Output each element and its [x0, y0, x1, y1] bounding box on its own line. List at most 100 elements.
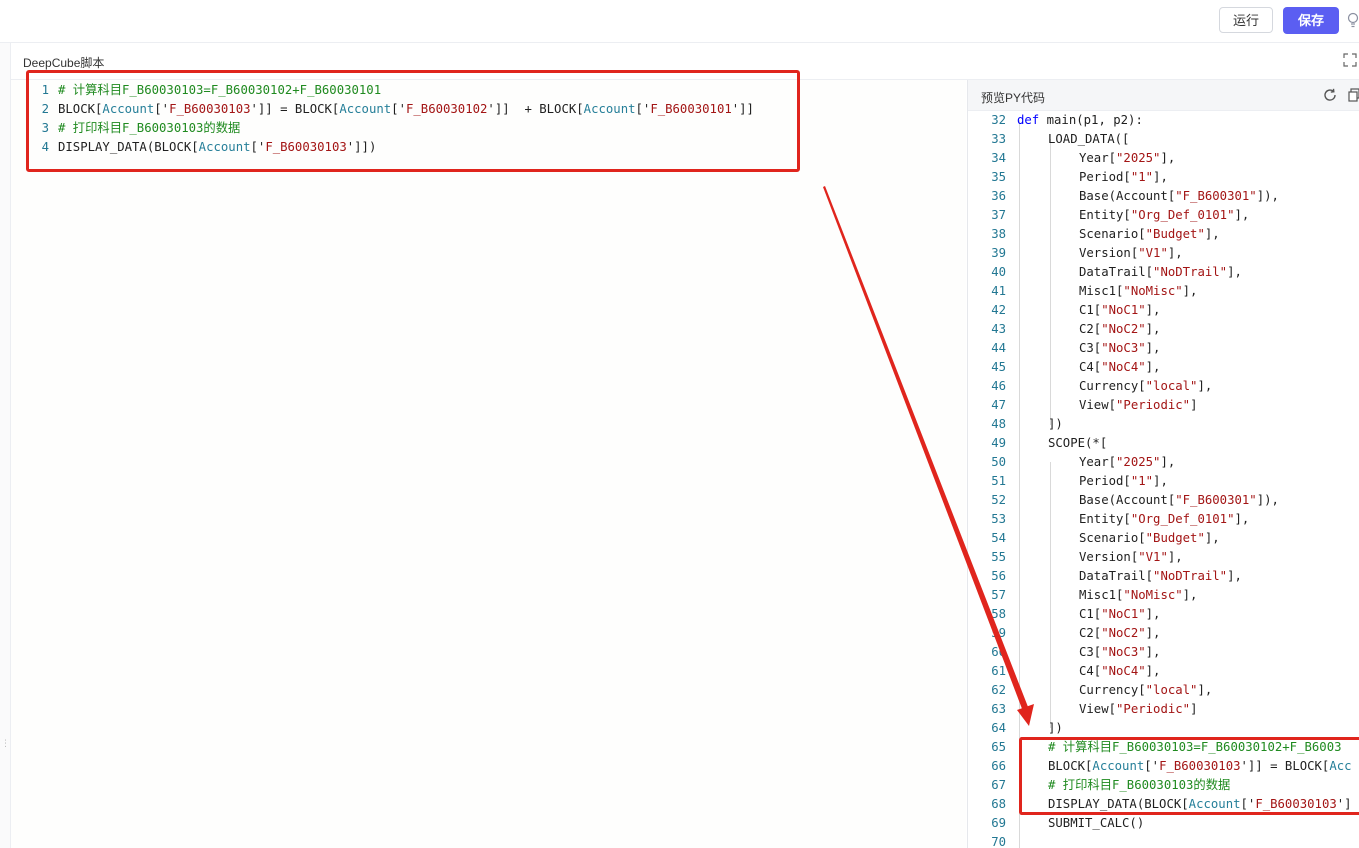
- code-line[interactable]: Year["2025"],: [1079, 453, 1175, 472]
- code-token: ],: [1145, 645, 1161, 659]
- code-line[interactable]: Base(Account["F_B600301"]),: [1079, 491, 1279, 510]
- code-token: "NoC1": [1101, 303, 1146, 317]
- line-number: 62: [991, 683, 1006, 697]
- code-line[interactable]: C2["NoC2"],: [1079, 624, 1160, 643]
- code-line[interactable]: Currency["local"],: [1079, 377, 1212, 396]
- line-number: 49: [991, 436, 1006, 450]
- code-token: Base(Account[: [1079, 493, 1176, 507]
- code-token: ]),: [1256, 189, 1279, 203]
- code-line[interactable]: C2["NoC2"],: [1079, 320, 1160, 339]
- code-token: "NoMisc": [1123, 284, 1183, 298]
- code-line[interactable]: Year["2025"],: [1079, 149, 1175, 168]
- bulb-icon[interactable]: [1346, 11, 1359, 31]
- code-token: "F_B600301": [1175, 493, 1257, 507]
- line-number: 34: [991, 151, 1006, 165]
- code-line[interactable]: Period["1"],: [1079, 168, 1168, 187]
- code-token: "1": [1130, 170, 1154, 184]
- code-token: SCOPE(*[: [1048, 436, 1108, 450]
- code-line[interactable]: C3["NoC3"],: [1079, 339, 1160, 358]
- expand-icon[interactable]: [1343, 53, 1357, 67]
- highlight-box-source: [26, 70, 800, 172]
- code-line[interactable]: Entity["Org_Def_0101"],: [1079, 510, 1249, 529]
- code-line[interactable]: DataTrail["NoDTrail"],: [1079, 567, 1242, 586]
- code-token: Scenario[: [1079, 531, 1146, 545]
- code-token: "Budget": [1145, 531, 1205, 545]
- code-token: Entity[: [1079, 512, 1131, 526]
- code-token: ],: [1145, 341, 1161, 355]
- code-token: ],: [1197, 379, 1213, 393]
- code-line[interactable]: Misc1["NoMisc"],: [1079, 586, 1197, 605]
- line-number: 47: [991, 398, 1006, 412]
- code-token: C3[: [1079, 341, 1102, 355]
- code-token: "Budget": [1145, 227, 1205, 241]
- code-line[interactable]: Scenario["Budget"],: [1079, 529, 1220, 548]
- code-token: ],: [1227, 265, 1242, 279]
- line-number: 52: [991, 493, 1006, 507]
- line-number: 43: [991, 322, 1006, 336]
- code-line[interactable]: C3["NoC3"],: [1079, 643, 1160, 662]
- code-line[interactable]: C1["NoC1"],: [1079, 605, 1160, 624]
- code-token: Currency[: [1079, 379, 1146, 393]
- code-token: ],: [1145, 360, 1161, 374]
- code-token: ],: [1197, 683, 1213, 697]
- line-number: 32: [991, 113, 1006, 127]
- code-line[interactable]: Misc1["NoMisc"],: [1079, 282, 1197, 301]
- code-line[interactable]: View["Periodic"]: [1079, 396, 1197, 415]
- code-line[interactable]: Currency["local"],: [1079, 681, 1212, 700]
- code-token: C2[: [1079, 626, 1102, 640]
- code-token: "V1": [1138, 550, 1168, 564]
- code-token: ],: [1167, 246, 1183, 260]
- drag-handle-icon[interactable]: ⋮: [1, 739, 10, 758]
- save-button[interactable]: 保存: [1283, 7, 1339, 34]
- code-line[interactable]: Base(Account["F_B600301"]),: [1079, 187, 1279, 206]
- refresh-icon[interactable]: [1323, 88, 1337, 102]
- code-token: ],: [1145, 607, 1161, 621]
- line-number: 35: [991, 170, 1006, 184]
- code-line[interactable]: Scenario["Budget"],: [1079, 225, 1220, 244]
- code-token: ],: [1153, 170, 1168, 184]
- code-token: "Periodic": [1116, 702, 1191, 716]
- line-number: 44: [991, 341, 1006, 355]
- copy-icon[interactable]: [1348, 88, 1359, 102]
- code-line[interactable]: C4["NoC4"],: [1079, 662, 1160, 681]
- highlight-box-target: [1019, 737, 1359, 815]
- code-line[interactable]: Version["V1"],: [1079, 548, 1183, 567]
- code-line[interactable]: SUBMIT_CALC(): [1048, 814, 1144, 833]
- code-line[interactable]: LOAD_DATA([: [1048, 130, 1129, 149]
- code-line[interactable]: DataTrail["NoDTrail"],: [1079, 263, 1242, 282]
- script-editor[interactable]: 1 # 计算科目F_B60030103=F_B60030102+F_B600301…: [11, 80, 966, 848]
- code-line[interactable]: ]): [1048, 719, 1063, 738]
- code-token: "NoC4": [1101, 360, 1146, 374]
- run-button[interactable]: 运行: [1219, 7, 1273, 33]
- top-toolbar: 运行 保存: [0, 0, 1359, 43]
- line-number: 64: [991, 721, 1006, 735]
- code-token: Misc1[: [1079, 588, 1124, 602]
- code-token: ],: [1145, 303, 1161, 317]
- code-line[interactable]: ]): [1048, 415, 1063, 434]
- code-line[interactable]: SCOPE(*[: [1048, 434, 1107, 453]
- line-number: 60: [991, 645, 1006, 659]
- code-token: ],: [1204, 227, 1220, 241]
- line-number: 45: [991, 360, 1006, 374]
- code-token: "local": [1145, 683, 1198, 697]
- code-token: "Org_Def_0101": [1130, 512, 1235, 526]
- code-line[interactable]: C4["NoC4"],: [1079, 358, 1160, 377]
- code-line[interactable]: Period["1"],: [1079, 472, 1168, 491]
- code-token: ],: [1234, 208, 1250, 222]
- line-number: 55: [991, 550, 1006, 564]
- code-token: "NoMisc": [1123, 588, 1183, 602]
- code-token: ],: [1160, 151, 1176, 165]
- code-token: Year[: [1079, 455, 1117, 469]
- preview-title: 预览PY代码: [981, 91, 1046, 105]
- code-token: "NoC2": [1101, 626, 1146, 640]
- line-number: 58: [991, 607, 1006, 621]
- code-line[interactable]: C1["NoC1"],: [1079, 301, 1160, 320]
- code-line[interactable]: View["Periodic"]: [1079, 700, 1197, 719]
- code-line[interactable]: Entity["Org_Def_0101"],: [1079, 206, 1249, 225]
- line-number: 51: [991, 474, 1006, 488]
- code-token: "NoC2": [1101, 322, 1146, 336]
- code-line[interactable]: Version["V1"],: [1079, 244, 1183, 263]
- code-token: Entity[: [1079, 208, 1131, 222]
- code-token: LOAD_DATA([: [1048, 132, 1130, 146]
- code-line[interactable]: def main(p1, p2):: [1017, 111, 1143, 130]
